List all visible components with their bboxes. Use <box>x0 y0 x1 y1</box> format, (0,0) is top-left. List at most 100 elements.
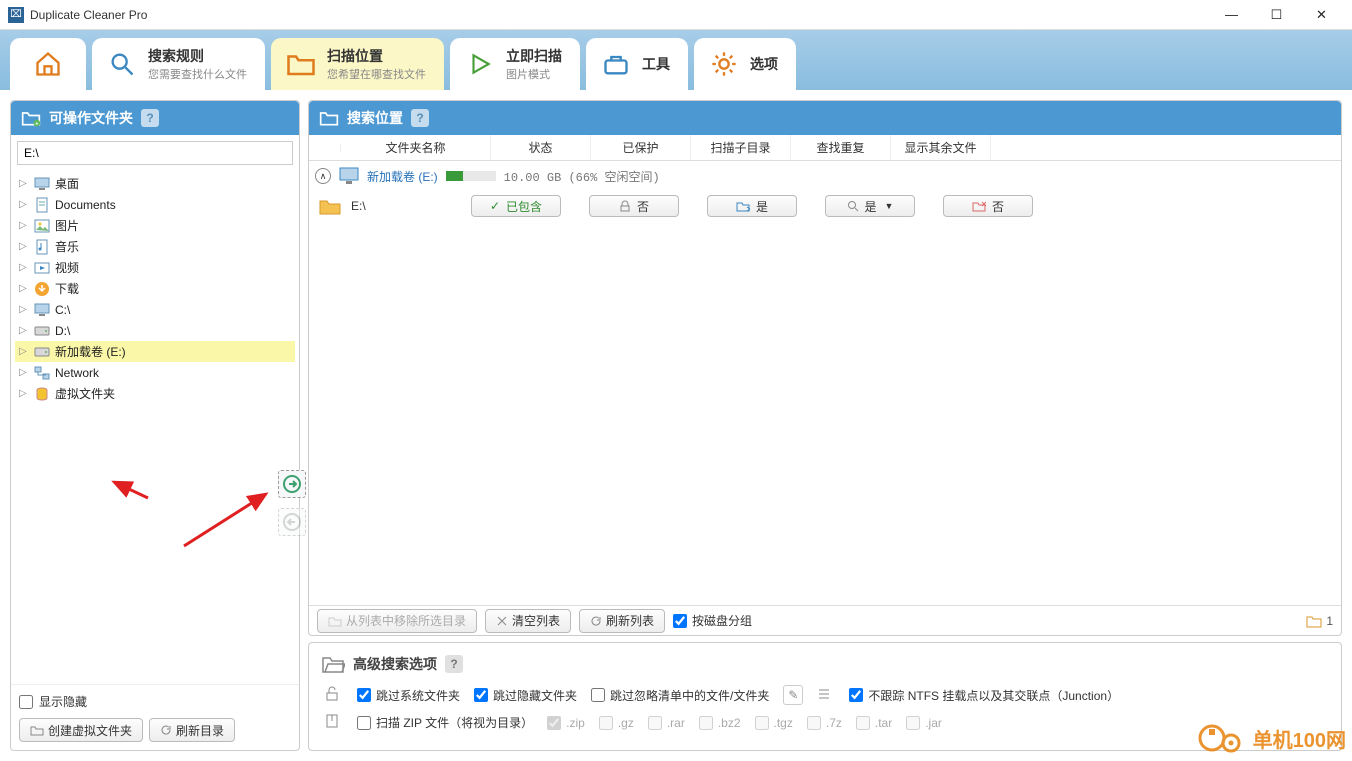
tree-downloads[interactable]: ▷下载 <box>15 278 295 299</box>
nav-scan-now-label: 立即扫描 <box>506 48 562 64</box>
skip-system-checkbox[interactable]: 跳过系统文件夹 <box>357 687 460 704</box>
maximize-button[interactable]: ☐ <box>1254 1 1299 29</box>
folder-open-icon <box>321 653 345 675</box>
tree-music[interactable]: ▷音乐 <box>15 236 295 257</box>
drive-free-info: 10.00 GB (66% 空闲空间) <box>504 168 660 185</box>
nav-scan-now[interactable]: 立即扫描 图片模式 <box>450 38 580 90</box>
add-to-search-button[interactable] <box>278 470 306 498</box>
col-find-dup[interactable]: 查找重复 <box>791 135 891 160</box>
folder-icon <box>285 48 317 80</box>
advanced-header: 高级搜索选项 ? <box>321 653 1329 675</box>
refresh-list-button[interactable]: 刷新列表 <box>579 609 665 633</box>
create-virtual-folder-button[interactable]: 创建虚拟文件夹 <box>19 718 143 742</box>
folder-search-icon <box>319 109 339 127</box>
list-toolbar: 从列表中移除所选目录 清空列表 刷新列表 按磁盘分组 1 <box>309 605 1341 635</box>
scan-zip-checkbox[interactable]: 扫描 ZIP 文件（将视为目录） <box>357 714 533 731</box>
col-name[interactable]: 文件夹名称 <box>341 135 491 160</box>
skip-hidden-checkbox[interactable]: 跳过隐藏文件夹 <box>474 687 577 704</box>
col-show-rest[interactable]: 显示其余文件 <box>891 135 991 160</box>
advanced-options: 高级搜索选项 ? 跳过系统文件夹 跳过隐藏文件夹 跳过忽略清单中的文件/文件夹 … <box>308 642 1342 751</box>
ext-bz2: .bz2 <box>699 716 741 730</box>
drive-group-row: ∧ 新加载卷 (E:) 10.00 GB (66% 空闲空间) <box>309 161 1341 191</box>
monitor-icon <box>339 167 359 185</box>
status-included-button[interactable]: ✓已包含 <box>471 195 561 217</box>
no-follow-junction-checkbox[interactable]: 不跟踪 NTFS 挂载点以及其交联点（Junction） <box>849 687 1119 704</box>
nav-home[interactable] <box>10 38 86 90</box>
drive-name: 新加载卷 (E:) <box>367 168 438 185</box>
tree-videos[interactable]: ▷视频 <box>15 257 295 278</box>
ext-tar: .tar <box>856 716 892 730</box>
watermark-logo <box>1197 721 1245 755</box>
gear-icon <box>708 48 740 80</box>
nav-scan-location-sub: 您希望在哪查找文件 <box>327 66 426 82</box>
folder-icon <box>319 197 341 215</box>
col-status[interactable]: 状态 <box>491 135 591 160</box>
find-dup-yes-button[interactable]: 是▼ <box>825 195 915 217</box>
available-folders-panel: + 可操作文件夹 ? ▷桌面 ▷Documents ▷图片 ▷音乐 ▷视频 ▷下… <box>10 100 300 751</box>
path-input[interactable] <box>17 141 293 165</box>
play-icon <box>464 48 496 80</box>
group-by-disk-checkbox[interactable]: 按磁盘分组 <box>673 612 752 629</box>
nav-search-rules-label: 搜索规则 <box>148 48 204 64</box>
tree-virtual[interactable]: ▷虚拟文件夹 <box>15 383 295 404</box>
tree-c[interactable]: ▷C:\ <box>15 299 295 320</box>
show-rest-no-button[interactable]: 否 <box>943 195 1033 217</box>
col-scan-sub[interactable]: 扫描子目录 <box>691 135 791 160</box>
skip-ignore-list-checkbox[interactable]: 跳过忽略清单中的文件/文件夹 <box>591 687 769 704</box>
tree-d[interactable]: ▷D:\ <box>15 320 295 341</box>
clear-list-button[interactable]: 清空列表 <box>485 609 571 633</box>
available-folders-header: + 可操作文件夹 ? <box>11 101 299 135</box>
archive-icon <box>325 713 343 732</box>
search-location-panel: 搜索位置 ? 文件夹名称 状态 已保护 扫描子目录 查找重复 显示其余文件 ∧ … <box>308 100 1342 636</box>
app-icon: ⌧ <box>8 7 24 23</box>
help-button-2[interactable]: ? <box>411 109 429 127</box>
ext-zip: .zip <box>547 716 585 730</box>
advanced-title: 高级搜索选项 <box>353 654 437 674</box>
ext-tgz: .tgz <box>755 716 793 730</box>
empty-area <box>309 221 1341 605</box>
tree-desktop[interactable]: ▷桌面 <box>15 173 295 194</box>
show-hidden-checkbox[interactable]: 显示隐藏 <box>19 693 291 710</box>
tree-network[interactable]: ▷Network <box>15 362 295 383</box>
content: + 可操作文件夹 ? ▷桌面 ▷Documents ▷图片 ▷音乐 ▷视频 ▷下… <box>0 90 1352 761</box>
folder-add-icon: + <box>21 109 41 127</box>
folder-name: E:\ <box>351 199 461 213</box>
nav-scan-now-sub: 图片模式 <box>506 66 562 82</box>
nav-scan-location[interactable]: 扫描位置 您希望在哪查找文件 <box>271 38 444 90</box>
nav-search-rules[interactable]: 搜索规则 您需要查找什么文件 <box>92 38 265 90</box>
nav-options-label: 选项 <box>750 54 778 74</box>
titlebar: ⌧ Duplicate Cleaner Pro — ☐ ✕ <box>0 0 1352 30</box>
minimize-button[interactable]: — <box>1209 1 1254 29</box>
ext-gz: .gz <box>599 716 634 730</box>
ext-rar: .rar <box>648 716 685 730</box>
close-button[interactable]: ✕ <box>1299 1 1344 29</box>
nav-scan-location-label: 扫描位置 <box>327 48 383 64</box>
col-protected[interactable]: 已保护 <box>591 135 691 160</box>
folder-count-icon <box>1306 614 1322 628</box>
home-icon <box>32 48 64 80</box>
lock-open-icon <box>325 686 343 705</box>
folder-count: 1 <box>1306 614 1333 628</box>
collapse-toggle[interactable]: ∧ <box>315 168 331 184</box>
tree-e[interactable]: ▷新加载卷 (E:) <box>15 341 295 362</box>
refresh-dir-button[interactable]: 刷新目录 <box>149 718 235 742</box>
ext-7z: .7z <box>807 716 842 730</box>
protected-no-button[interactable]: 否 <box>589 195 679 217</box>
toolbox-icon <box>600 48 632 80</box>
magnify-icon <box>106 48 138 80</box>
column-headers: 文件夹名称 状态 已保护 扫描子目录 查找重复 显示其余文件 <box>309 135 1341 161</box>
tree-pictures[interactable]: ▷图片 <box>15 215 295 236</box>
search-folder-row[interactable]: E:\ ✓已包含 否 是 是▼ 否 <box>309 191 1341 221</box>
tree-documents[interactable]: ▷Documents <box>15 194 295 215</box>
app-title: Duplicate Cleaner Pro <box>30 8 147 22</box>
help-button[interactable]: ? <box>141 109 159 127</box>
help-button-3[interactable]: ? <box>445 655 463 673</box>
scan-sub-yes-button[interactable]: 是 <box>707 195 797 217</box>
remove-from-search-button <box>278 508 306 536</box>
remove-selected-button: 从列表中移除所选目录 <box>317 609 477 633</box>
edit-ignore-list-button[interactable]: ✎ <box>783 685 803 705</box>
right-panel: 搜索位置 ? 文件夹名称 状态 已保护 扫描子目录 查找重复 显示其余文件 ∧ … <box>308 100 1342 751</box>
nav-options[interactable]: 选项 <box>694 38 796 90</box>
nav-tools[interactable]: 工具 <box>586 38 688 90</box>
folder-tree: ▷桌面 ▷Documents ▷图片 ▷音乐 ▷视频 ▷下载 ▷C:\ ▷D:\… <box>11 171 299 684</box>
